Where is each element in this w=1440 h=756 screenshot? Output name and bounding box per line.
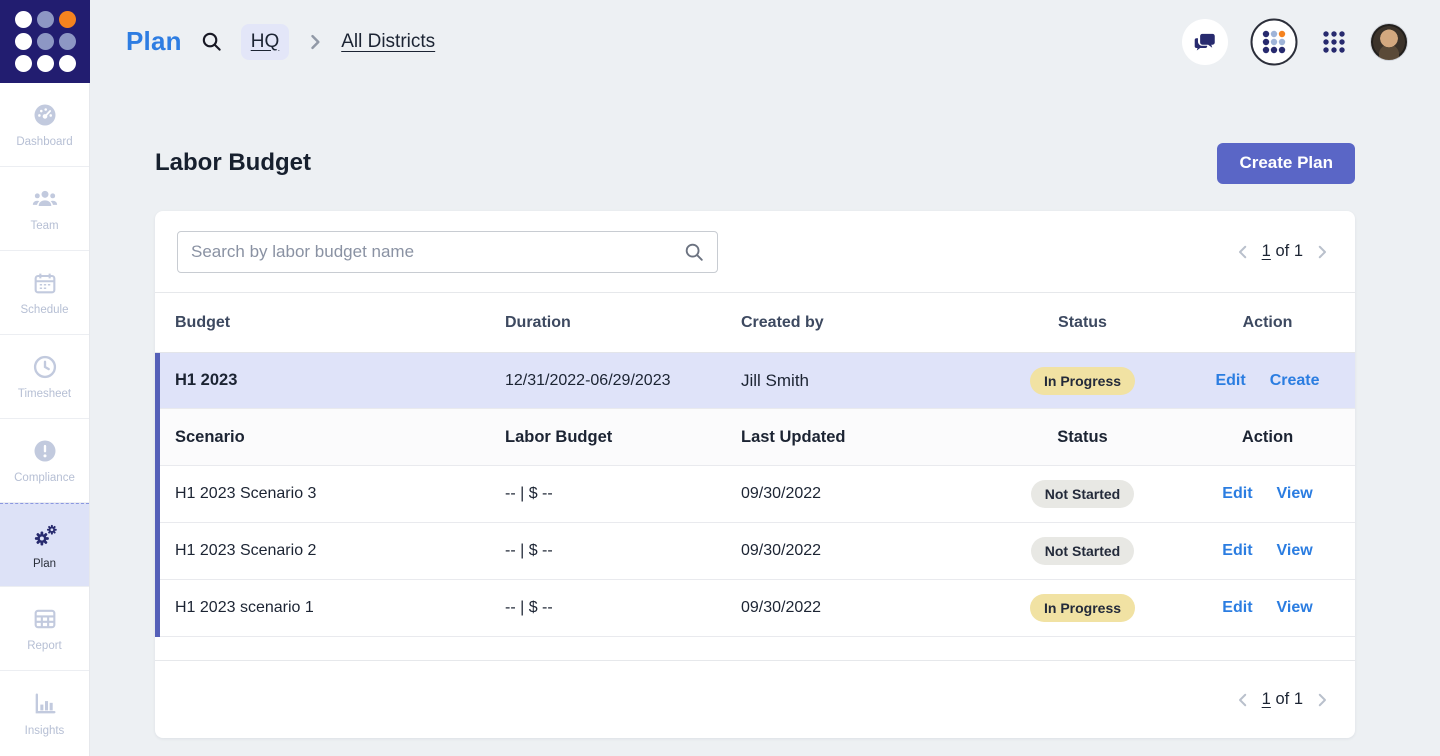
breadcrumb-root[interactable]: HQ	[241, 24, 290, 60]
calendar-icon	[31, 269, 59, 297]
sidebar-item-team[interactable]: Team	[0, 167, 89, 251]
chat-button[interactable]	[1182, 19, 1228, 65]
view-link[interactable]: View	[1277, 485, 1313, 503]
sidebar-item-label: Dashboard	[16, 136, 72, 148]
gauge-icon	[31, 101, 59, 129]
prev-page-icon[interactable]	[1234, 691, 1252, 709]
scenario-name: H1 2023 Scenario 2	[155, 542, 505, 560]
search-input[interactable]	[177, 231, 718, 273]
labor-budget-card: 1 of 1 Budget Duration Created by Status…	[155, 211, 1355, 738]
scenario-row[interactable]: H1 2023 Scenario 2 -- | $ -- 09/30/2022 …	[155, 523, 1355, 580]
next-page-icon[interactable]	[1313, 691, 1331, 709]
main-content: Labor Budget Create Plan 1 of 1	[90, 83, 1440, 756]
sidebar-item-plan[interactable]: Plan	[0, 503, 89, 587]
scenario-labor-budget: -- | $ --	[505, 542, 741, 560]
page-indicator: 1 of 1	[1262, 690, 1303, 709]
report-table-icon	[31, 605, 59, 633]
sidebar-item-label: Team	[30, 220, 58, 232]
chevron-right-icon	[305, 32, 325, 52]
budget-table-header: Budget Duration Created by Status Action	[155, 293, 1355, 353]
status-badge: In Progress	[1030, 594, 1135, 622]
view-link[interactable]: View	[1277, 599, 1313, 617]
breadcrumb-current[interactable]: All Districts	[341, 31, 435, 53]
sidebar-item-compliance[interactable]: Compliance	[0, 419, 89, 503]
scenario-last-updated: 09/30/2022	[741, 599, 985, 617]
scenario-name: H1 2023 scenario 1	[155, 599, 505, 617]
top-bar: Plan HQ All Districts	[0, 0, 1440, 83]
scenario-name: H1 2023 Scenario 3	[155, 485, 505, 503]
scenario-row[interactable]: H1 2023 scenario 1 -- | $ -- 09/30/2022 …	[155, 580, 1355, 637]
status-badge: Not Started	[1031, 480, 1134, 508]
sidebar-item-label: Compliance	[14, 472, 75, 484]
app-title: Plan	[126, 26, 182, 57]
col-header-action: Action	[1180, 428, 1355, 447]
col-header-action: Action	[1180, 314, 1355, 332]
page-indicator: 1 of 1	[1262, 242, 1303, 261]
edit-link[interactable]: Edit	[1222, 599, 1252, 617]
budget-row-group: H1 2023 12/31/2022-06/29/2023 Jill Smith…	[155, 353, 1355, 637]
edit-link[interactable]: Edit	[1215, 372, 1245, 390]
next-page-icon[interactable]	[1313, 243, 1331, 261]
page-title: Labor Budget	[155, 149, 311, 177]
sidebar-item-label: Schedule	[21, 304, 69, 316]
budget-duration: 12/31/2022-06/29/2023	[505, 372, 741, 390]
sidebar-item-label: Report	[27, 640, 62, 652]
status-badge: In Progress	[1030, 367, 1135, 395]
sidebar-item-label: Timesheet	[18, 388, 71, 400]
search-field-icon[interactable]	[683, 241, 705, 268]
scenario-row[interactable]: H1 2023 Scenario 3 -- | $ -- 09/30/2022 …	[155, 466, 1355, 523]
sidebar-item-dashboard[interactable]: Dashboard	[0, 83, 89, 167]
sidebar-item-schedule[interactable]: Schedule	[0, 251, 89, 335]
col-header-scenario: Scenario	[155, 428, 505, 447]
sidebar: Dashboard Team Schedule Timesheet Compli…	[0, 83, 90, 756]
col-header-status: Status	[985, 428, 1180, 447]
clock-icon	[31, 353, 59, 381]
sidebar-item-label: Insights	[25, 725, 65, 737]
scenario-last-updated: 09/30/2022	[741, 485, 985, 503]
scenario-labor-budget: -- | $ --	[505, 599, 741, 617]
pagination-top: 1 of 1	[1234, 242, 1331, 261]
search-icon[interactable]	[200, 30, 223, 53]
card-toolbar: 1 of 1	[155, 211, 1355, 293]
user-avatar[interactable]	[1370, 23, 1408, 61]
apps-menu-button[interactable]	[1320, 28, 1348, 56]
chat-bubbles-icon	[1192, 29, 1218, 55]
col-header-duration: Duration	[505, 314, 741, 332]
brand-dots-icon	[15, 11, 76, 72]
scenario-last-updated: 09/30/2022	[741, 542, 985, 560]
col-header-budget: Budget	[155, 314, 505, 332]
col-header-last-updated: Last Updated	[741, 428, 985, 447]
current-page[interactable]: 1	[1262, 690, 1271, 708]
col-header-labor-budget: Labor Budget	[505, 428, 741, 447]
brand-logo[interactable]	[0, 0, 90, 83]
col-header-created-by: Created by	[741, 314, 985, 332]
bar-chart-icon	[31, 690, 59, 718]
edit-link[interactable]: Edit	[1222, 542, 1252, 560]
sidebar-item-timesheet[interactable]: Timesheet	[0, 335, 89, 419]
scenario-table-header: Scenario Labor Budget Last Updated Statu…	[155, 409, 1355, 466]
create-plan-button[interactable]: Create Plan	[1217, 143, 1355, 184]
edit-link[interactable]: Edit	[1222, 485, 1252, 503]
pagination-bottom: 1 of 1	[1234, 690, 1331, 709]
budget-name: H1 2023	[155, 371, 505, 390]
brand-dots-circle-icon	[1250, 18, 1298, 66]
scenario-labor-budget: -- | $ --	[505, 485, 741, 503]
alert-circle-icon	[31, 437, 59, 465]
team-icon	[31, 185, 59, 213]
sidebar-item-report[interactable]: Report	[0, 587, 89, 671]
budget-created-by: Jill Smith	[741, 371, 985, 391]
sidebar-item-insights[interactable]: Insights	[0, 671, 89, 755]
apps-grid-icon	[1320, 28, 1348, 56]
create-link[interactable]: Create	[1270, 372, 1320, 390]
sidebar-item-label: Plan	[33, 558, 56, 570]
budget-row[interactable]: H1 2023 12/31/2022-06/29/2023 Jill Smith…	[155, 353, 1355, 409]
card-footer: 1 of 1	[155, 660, 1355, 738]
col-header-status: Status	[985, 314, 1180, 332]
status-badge: Not Started	[1031, 537, 1134, 565]
brand-apps-button[interactable]	[1250, 18, 1298, 66]
gears-icon	[30, 521, 60, 551]
view-link[interactable]: View	[1277, 542, 1313, 560]
current-page[interactable]: 1	[1262, 242, 1271, 260]
prev-page-icon[interactable]	[1234, 243, 1252, 261]
